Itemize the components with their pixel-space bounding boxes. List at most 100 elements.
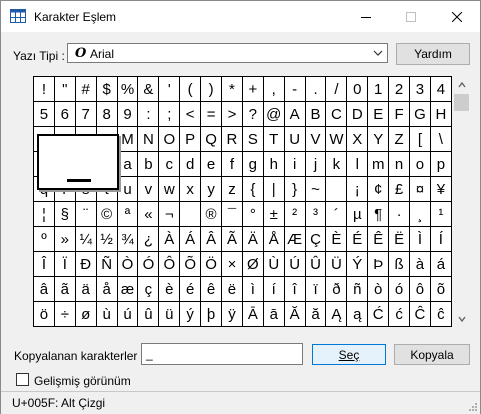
character-cell[interactable]: ½ [96, 227, 118, 252]
character-cell[interactable]: Ĉ [410, 302, 431, 327]
character-cell[interactable]: ¢ [368, 177, 390, 202]
character-cell[interactable]: õ [430, 277, 452, 302]
character-cell[interactable]: Q [201, 127, 223, 152]
character-cell[interactable]: ÷ [54, 302, 76, 327]
character-cell[interactable]: ¦ [34, 202, 55, 227]
character-cell[interactable]: O [159, 127, 181, 152]
character-cell[interactable]: ø [75, 302, 97, 327]
character-cell[interactable]: ô [410, 277, 431, 302]
character-cell[interactable]: % [117, 77, 139, 102]
character-cell[interactable]: > [222, 102, 243, 127]
character-cell[interactable]: Ù [263, 252, 285, 277]
character-cell[interactable]: < [180, 102, 202, 127]
character-cell[interactable]: E [368, 102, 390, 127]
character-cell[interactable] [326, 177, 348, 202]
character-cell[interactable]: Ü [326, 252, 348, 277]
character-cell[interactable]: B [305, 102, 327, 127]
character-cell[interactable]: À [159, 227, 181, 252]
character-cell[interactable]: ³ [305, 202, 327, 227]
character-cell[interactable]: w [159, 177, 181, 202]
character-cell[interactable]: ¹ [430, 202, 452, 227]
character-cell[interactable]: Y [368, 127, 390, 152]
character-cell[interactable]: @ [263, 102, 285, 127]
font-select[interactable]: O Arial [67, 43, 388, 63]
character-cell[interactable]: £ [389, 177, 411, 202]
character-cell[interactable]: g [242, 152, 264, 177]
character-cell[interactable]: ° [242, 202, 264, 227]
character-cell[interactable]: ë [222, 277, 243, 302]
character-cell[interactable]: ¸ [410, 202, 431, 227]
character-cell[interactable]: x [180, 177, 202, 202]
character-cell[interactable]: » [54, 227, 76, 252]
character-cell[interactable]: û [138, 302, 160, 327]
character-cell[interactable]: © [96, 202, 118, 227]
character-cell[interactable]: ¾ [117, 227, 139, 252]
character-cell[interactable]: ò [368, 277, 390, 302]
character-cell[interactable]: M [117, 127, 139, 152]
character-cell[interactable]: f [222, 152, 243, 177]
character-cell[interactable]: ç [138, 277, 160, 302]
character-cell[interactable]: 3 [410, 77, 431, 102]
character-cell[interactable]: 9 [117, 102, 139, 127]
character-cell[interactable]: ê [201, 277, 223, 302]
character-cell[interactable]: Ç [305, 227, 327, 252]
character-cell[interactable]: F [389, 102, 411, 127]
character-cell[interactable]: ö [34, 302, 55, 327]
character-cell[interactable]: ß [389, 252, 411, 277]
character-cell[interactable]: e [201, 152, 223, 177]
character-cell[interactable]: d [180, 152, 202, 177]
character-cell[interactable]: } [284, 177, 306, 202]
character-cell[interactable]: T [263, 127, 285, 152]
character-cell[interactable]: ? [242, 102, 264, 127]
character-cell[interactable]: + [242, 77, 264, 102]
character-cell[interactable]: × [222, 252, 243, 277]
character-cell[interactable]: « [138, 202, 160, 227]
character-cell[interactable]: / [326, 77, 348, 102]
character-cell[interactable]: k [326, 152, 348, 177]
character-cell[interactable]: Ô [159, 252, 181, 277]
character-cell[interactable]: | [263, 177, 285, 202]
character-cell[interactable]: X [347, 127, 369, 152]
character-cell[interactable]: P [180, 127, 202, 152]
character-cell[interactable]: V [305, 127, 327, 152]
character-cell[interactable]: Ã [222, 227, 243, 252]
character-cell[interactable]: G [410, 102, 431, 127]
character-cell[interactable]: i [284, 152, 306, 177]
character-cell[interactable]: c [159, 152, 181, 177]
character-cell[interactable]: Ö [201, 252, 223, 277]
character-cell[interactable]: è [159, 277, 181, 302]
character-cell[interactable]: R [222, 127, 243, 152]
character-cell[interactable]: · [389, 202, 411, 227]
character-cell[interactable]: ì [242, 277, 264, 302]
resize-grip-icon[interactable] [468, 402, 478, 412]
character-cell[interactable]: Ý [347, 252, 369, 277]
copy-characters-input[interactable]: _ [141, 343, 303, 365]
character-cell[interactable]: â [34, 277, 55, 302]
character-cell[interactable]: n [389, 152, 411, 177]
character-cell[interactable]: & [138, 77, 160, 102]
character-cell[interactable]: Þ [368, 252, 390, 277]
character-cell[interactable]: b [138, 152, 160, 177]
character-cell[interactable]: 7 [75, 102, 97, 127]
character-cell[interactable]: ā [263, 302, 285, 327]
character-cell[interactable]: Ë [389, 227, 411, 252]
character-cell[interactable]: Ä [242, 227, 264, 252]
character-cell[interactable]: D [347, 102, 369, 127]
scroll-up-button[interactable] [453, 76, 470, 93]
character-cell[interactable]: { [242, 177, 264, 202]
character-cell[interactable]: ® [201, 202, 223, 227]
character-cell[interactable]: ¯ [222, 202, 243, 227]
character-cell[interactable]: ± [263, 202, 285, 227]
character-cell[interactable]: o [410, 152, 431, 177]
copy-button[interactable]: Kopyala [394, 344, 470, 365]
character-cell[interactable]: ­ [180, 202, 202, 227]
character-cell[interactable]: N [138, 127, 160, 152]
character-cell[interactable]: H [430, 102, 452, 127]
character-cell[interactable]: ) [201, 77, 223, 102]
select-button[interactable]: Seç [312, 344, 386, 365]
character-cell[interactable]: 6 [54, 102, 76, 127]
character-cell[interactable]: Ć [368, 302, 390, 327]
character-cell[interactable]: y [201, 177, 223, 202]
character-cell[interactable]: p [430, 152, 452, 177]
character-cell[interactable]: ¶ [368, 202, 390, 227]
